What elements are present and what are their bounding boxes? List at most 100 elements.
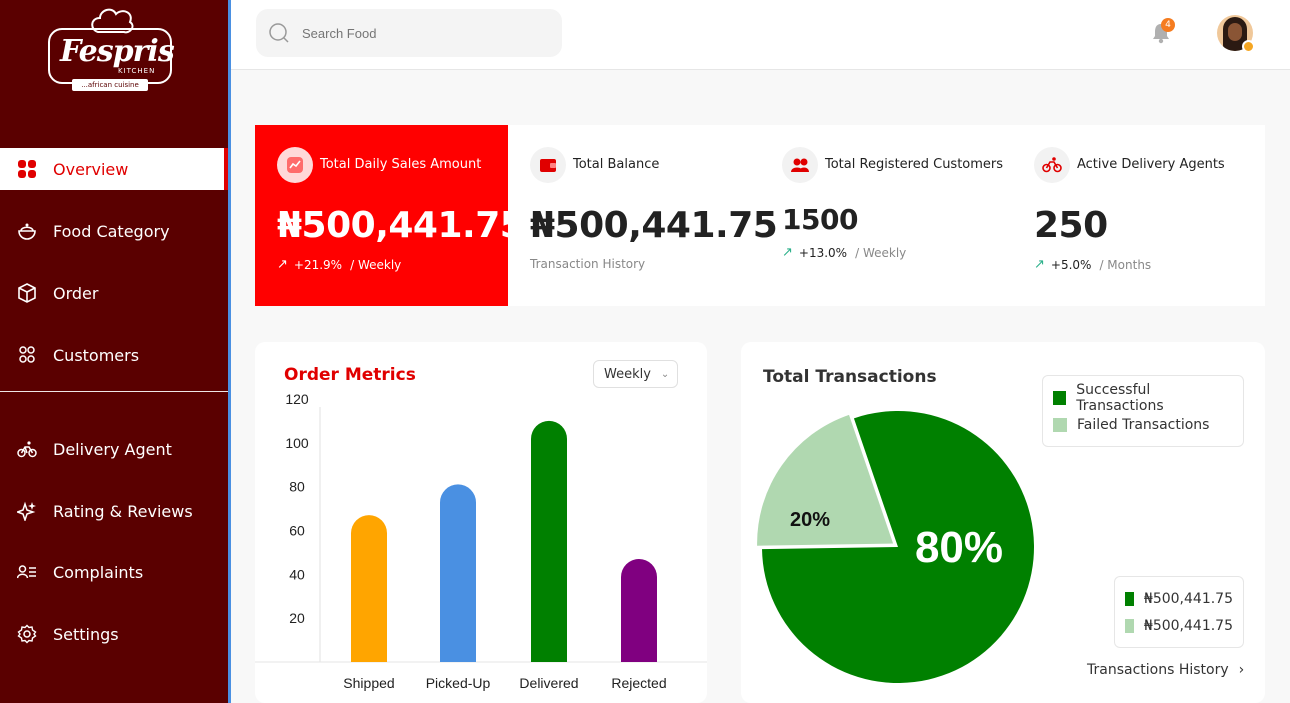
stats-row: Total Daily Sales Amount ₦500,441.75 ↗ +…: [255, 125, 1265, 306]
legend-swatch: [1125, 591, 1134, 606]
y-tick-label: 20: [289, 610, 305, 626]
sidebar-item-label: Complaints: [53, 562, 144, 582]
stat-change-pct: +21.9%: [293, 257, 343, 272]
amount-value: ₦500,441.75: [1143, 590, 1233, 607]
sidebar-item-delivery-agent[interactable]: Delivery Agent: [0, 428, 228, 470]
transaction-history-link[interactable]: Transaction History: [530, 257, 645, 271]
stat-daily-sales[interactable]: Total Daily Sales Amount ₦500,441.75 ↗ +…: [255, 125, 525, 306]
verified-icon: [1242, 40, 1255, 53]
stat-change: ↗ +5.0% / Months: [1034, 257, 1151, 272]
stat-period: / Months: [1099, 257, 1152, 272]
sidebar-item-order[interactable]: Order: [0, 272, 228, 314]
bicycle-icon: [17, 439, 37, 459]
x-tick-label: Picked-Up: [426, 675, 491, 691]
trend-up-icon: ↗: [1034, 257, 1045, 272]
order-metrics-chart: 20 40 60 80 100 120 Shipped Picked-Up Delivered R…: [255, 391, 707, 691]
transactions-history-label: Transactions History: [1087, 662, 1229, 678]
transactions-legend: Successful Transactions Failed Transacti…: [1042, 375, 1244, 447]
y-tick-label: 60: [289, 522, 305, 538]
chevron-right-icon: ›: [1238, 662, 1245, 678]
legend-label: Successful Transactions: [1076, 381, 1164, 414]
bar-rejected[interactable]: [621, 558, 657, 662]
stat-value: 250: [1034, 205, 1108, 246]
legend-label: Failed Transactions: [1077, 416, 1210, 433]
sidebar-item-label: Delivery Agent: [53, 439, 172, 459]
stat-label: Total Balance: [573, 157, 660, 172]
wallet-icon: [530, 147, 566, 183]
stat-label: Total Registered Customers: [825, 157, 1004, 172]
order-metrics-card: 20 40 60 80 100 120 Shipped Picked-Up Delivered R…: [255, 342, 707, 703]
sidebar-divider: [0, 391, 228, 392]
stat-label: Active Delivery Agents: [1077, 157, 1225, 172]
sidebar: Fespris KITCHEN ...african cuisine Overv…: [0, 0, 228, 703]
legend-item: Successful Transactions: [1053, 381, 1233, 414]
sidebar-edge: [228, 0, 231, 703]
stat-change: ↗ +21.9% / Weekly: [277, 257, 401, 272]
amount-value: ₦500,441.75: [1143, 617, 1233, 634]
sidebar-item-overview[interactable]: Overview: [0, 148, 228, 190]
brand-name: Fespris: [60, 34, 175, 69]
search-icon: [269, 23, 289, 43]
chevron-down-icon: ⌄: [660, 368, 670, 380]
stat-delivery-agents[interactable]: Active Delivery Agents 250 ↗ +5.0% / Mon…: [1012, 125, 1265, 306]
notification-button[interactable]: 4: [1151, 18, 1175, 44]
bar-picked-up[interactable]: [440, 484, 476, 662]
top-header: 4: [231, 0, 1290, 70]
notification-badge: 4: [1161, 18, 1175, 32]
stat-change-pct: +13.0%: [798, 245, 848, 260]
transactions-history-link[interactable]: Transactions History ›: [1087, 662, 1244, 678]
amount-item: ₦500,441.75: [1125, 585, 1233, 612]
period-dropdown[interactable]: Weekly ⌄: [593, 360, 678, 388]
search-input[interactable]: [302, 25, 532, 41]
stat-value: ₦500,441.75: [530, 205, 778, 246]
bar-shipped[interactable]: [351, 515, 387, 662]
sidebar-item-label: Rating & Reviews: [53, 501, 193, 521]
legend-swatch: [1125, 618, 1134, 633]
y-tick-label: 120: [285, 391, 309, 407]
trend-up-icon: ↗: [782, 245, 793, 260]
y-tick-label: 100: [285, 435, 309, 451]
legend-swatch: [1053, 390, 1067, 405]
order-metrics-title: Order Metrics: [284, 365, 416, 385]
stat-value: 1500: [782, 203, 858, 236]
gear-icon: [17, 624, 37, 644]
brand-tagline: ...african cuisine: [72, 79, 148, 91]
sidebar-item-food-category[interactable]: Food Category: [0, 210, 228, 252]
box-icon: [17, 283, 37, 303]
transactions-amounts: ₦500,441.75 ₦500,441.75: [1114, 576, 1244, 648]
brand-logo[interactable]: Fespris KITCHEN ...african cuisine: [46, 6, 176, 92]
stat-change-pct: +5.0%: [1050, 257, 1092, 272]
search-bar[interactable]: [256, 9, 562, 57]
legend-item: Failed Transactions: [1053, 411, 1233, 438]
sidebar-item-label: Overview: [53, 159, 129, 179]
customers-icon: [782, 147, 818, 183]
sidebar-item-rating-reviews[interactable]: Rating & Reviews: [0, 490, 228, 532]
brand-kitchen: KITCHEN: [118, 67, 156, 75]
amount-item: ₦500,441.75: [1125, 612, 1233, 639]
x-tick-label: Rejected: [611, 675, 666, 691]
pie-label-failed: 20%: [790, 509, 830, 531]
users-icon: [17, 345, 37, 365]
sidebar-item-label: Order: [53, 283, 99, 303]
transactions-title: Total Transactions: [763, 367, 937, 387]
sidebar-item-customers[interactable]: Customers: [0, 334, 228, 376]
sidebar-item-settings[interactable]: Settings: [0, 613, 228, 655]
user-list-icon: [17, 562, 37, 582]
trend-up-icon: ↗: [277, 257, 288, 272]
bike-icon: [1034, 147, 1070, 183]
stat-total-balance[interactable]: Total Balance ₦500,441.75 Transaction Hi…: [508, 125, 778, 306]
legend-swatch: [1053, 417, 1067, 432]
sidebar-item-label: Food Category: [53, 221, 170, 241]
pie-label-successful: 80%: [915, 523, 1003, 572]
y-tick-label: 40: [289, 566, 305, 582]
y-tick-label: 80: [289, 479, 305, 495]
period-dropdown-value: Weekly: [604, 366, 651, 382]
stat-registered-customers[interactable]: Total Registered Customers 1500 ↗ +13.0%…: [760, 125, 1012, 306]
stat-period: / Weekly: [855, 245, 907, 260]
sidebar-item-complaints[interactable]: Complaints: [0, 551, 228, 593]
sidebar-item-label: Customers: [53, 345, 140, 365]
stat-value: ₦500,441.75: [277, 205, 525, 246]
total-transactions-card: 80% 20% Total Transactions Successful Tra…: [741, 342, 1265, 703]
bar-delivered[interactable]: [531, 420, 567, 662]
sales-chart-icon: [277, 147, 313, 183]
